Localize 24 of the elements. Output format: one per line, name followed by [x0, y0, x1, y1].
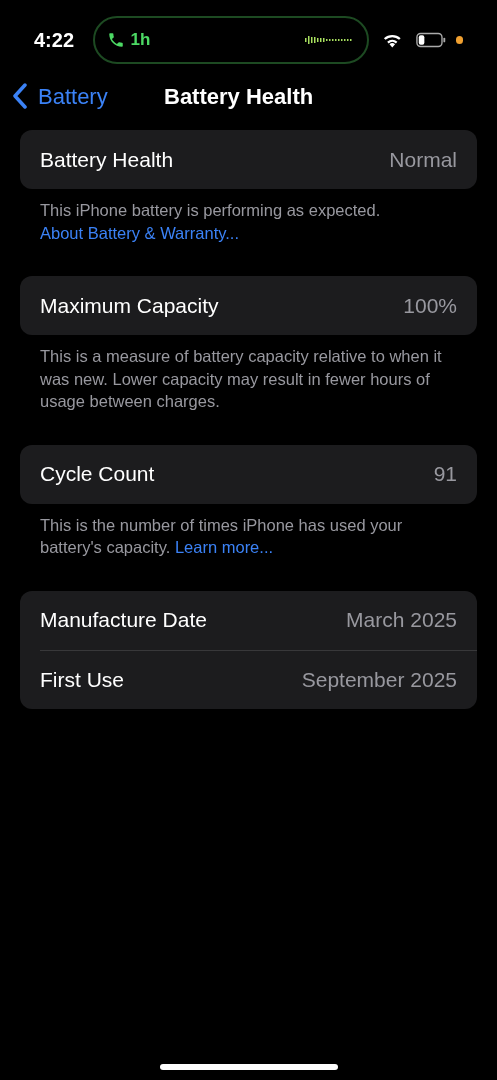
row-label: Maximum Capacity: [40, 292, 219, 319]
row-value: Normal: [389, 146, 457, 173]
footer-text: This is a measure of battery capacity relative to when it was new. Lower capacity may result in fewer hours of usage between charges.: [39, 346, 443, 412]
row-value: March 2025: [346, 607, 457, 634]
row-value: 100%: [403, 292, 457, 319]
wifi-icon: [383, 32, 402, 48]
call-pill[interactable]: 1h: [92, 16, 370, 64]
row-label: First Use: [40, 666, 124, 693]
call-duration: 1h: [130, 29, 151, 52]
row-value: September 2025: [301, 666, 457, 693]
battery-icon: [415, 32, 446, 48]
back-button[interactable]: Battery: [0, 79, 108, 113]
footer-text: This iPhone battery is performing as expected. About Battery & Warranty...: [39, 200, 382, 244]
chevron-left-icon: [12, 83, 28, 109]
row-label: Cycle Count: [40, 461, 155, 488]
footer-link[interactable]: About Battery & Warranty...: [40, 223, 239, 242]
footer-text: This is the number of times iPhone has used your battery's capacity. Learn more...: [39, 514, 404, 558]
row-value: 91: [433, 461, 457, 488]
footer-link[interactable]: Learn more...: [174, 538, 274, 556]
phone-icon: [106, 31, 125, 49]
page-title: Battery Health: [164, 82, 314, 111]
row-label: Manufacture Date: [40, 607, 207, 634]
row-label: Battery Health: [40, 146, 174, 173]
status-time: 4:22: [34, 28, 76, 53]
